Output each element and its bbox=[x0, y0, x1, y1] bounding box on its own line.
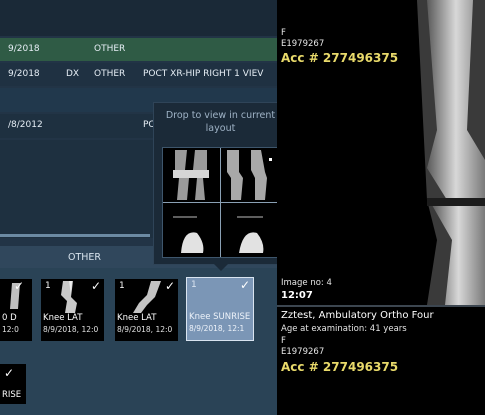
study-date: 9/2018 bbox=[8, 69, 40, 79]
study-type: OTHER bbox=[94, 69, 126, 79]
image-number: Image no: 4 bbox=[281, 278, 332, 288]
series-date: 12:0 bbox=[2, 325, 19, 334]
xray-preview-icon bbox=[173, 216, 204, 253]
series-label: Knee SUNRISE bbox=[189, 312, 251, 322]
series-label: Knee LAT bbox=[43, 313, 83, 323]
image-viewport-bottom[interactable]: Zztest, Ambulatory Ortho Four Age at exa… bbox=[277, 307, 485, 415]
layout-cell-1[interactable] bbox=[163, 148, 220, 202]
accession-number: Acc # 277496375 bbox=[281, 51, 399, 65]
popup-pointer bbox=[214, 264, 228, 271]
xray-preview-icon bbox=[237, 216, 264, 253]
selection-corner bbox=[187, 336, 191, 340]
accession-number: Acc # 277496375 bbox=[281, 360, 399, 374]
viewport-layout-grid[interactable] bbox=[162, 147, 278, 258]
study-list-header bbox=[0, 0, 277, 36]
study-type: OTHER bbox=[94, 44, 126, 54]
study-date: /8/2012 bbox=[8, 120, 43, 130]
drop-instruction: Drop to view in current layout bbox=[165, 110, 276, 134]
selection-corner bbox=[249, 336, 253, 340]
series-label: 0 D bbox=[2, 313, 17, 323]
image-time: 12:07 bbox=[281, 290, 313, 301]
xray-preview-icon bbox=[227, 150, 272, 200]
layout-divider bbox=[163, 202, 277, 203]
series-date: 8/9/2018, 12:0 bbox=[43, 325, 99, 334]
series-date: 8/9/2018, 12:1 bbox=[189, 324, 245, 333]
study-row-1[interactable]: 9/2018 OTHER bbox=[0, 38, 277, 61]
check-icon: ✓ bbox=[90, 279, 101, 293]
study-description: POCT XR-HIP RIGHT 1 VIEV bbox=[143, 69, 264, 79]
layout-cell-3[interactable] bbox=[163, 203, 220, 257]
series-thumbnail[interactable]: ✓ 0 D 12:0 bbox=[0, 279, 32, 341]
patient-id: E1979267 bbox=[281, 347, 325, 357]
check-icon: ✓ bbox=[164, 279, 175, 293]
series-thumbnail[interactable]: ✓ RISE bbox=[0, 364, 26, 404]
patient-age: Age at examination: 41 years bbox=[281, 324, 407, 334]
series-date: 8/9/2018, 12:0 bbox=[117, 325, 173, 334]
patient-sex: F bbox=[281, 336, 286, 346]
xray-preview-icon bbox=[173, 150, 209, 200]
series-group-label: OTHER bbox=[68, 252, 102, 263]
layout-cell-4[interactable] bbox=[221, 203, 278, 257]
study-date: 9/2018 bbox=[8, 44, 40, 54]
layout-cell-2[interactable] bbox=[221, 148, 278, 202]
horizontal-scrollbar[interactable] bbox=[0, 234, 150, 237]
patient-id: E1979267 bbox=[281, 39, 325, 49]
check-icon: ✓ bbox=[4, 366, 15, 380]
series-number: 1 bbox=[191, 280, 197, 290]
study-modality: DX bbox=[66, 69, 80, 79]
series-label: Knee LAT bbox=[117, 313, 157, 323]
series-label: RISE bbox=[2, 390, 22, 400]
patient-name: Zztest, Ambulatory Ortho Four bbox=[281, 310, 434, 321]
series-thumbnails: ✓ 0 D 12:0 1 ✓ Knee LAT 8/9/2018, 12:0 1… bbox=[0, 268, 277, 415]
series-thumbnail[interactable]: 1 ✓ Knee LAT 8/9/2018, 12:0 bbox=[41, 279, 104, 341]
image-viewport-top[interactable]: F E1979267 Acc # 277496375 Image no: 4 1… bbox=[277, 0, 485, 305]
series-number: 1 bbox=[119, 281, 125, 291]
series-number: 1 bbox=[45, 281, 51, 291]
drop-target-popup[interactable]: Drop to view in current layout bbox=[153, 102, 286, 265]
check-icon: ✓ bbox=[239, 278, 250, 292]
series-thumbnail-selected[interactable]: 1 ✓ Knee SUNRISE 8/9/2018, 12:1 bbox=[186, 277, 254, 341]
study-row-2[interactable]: 9/2018 DX OTHER POCT XR-HIP RIGHT 1 VIEV bbox=[0, 63, 277, 86]
check-icon: ✓ bbox=[14, 279, 25, 293]
patient-sex: F bbox=[281, 28, 286, 38]
series-thumbnail[interactable]: 1 ✓ Knee LAT 8/9/2018, 12:0 bbox=[115, 279, 178, 341]
